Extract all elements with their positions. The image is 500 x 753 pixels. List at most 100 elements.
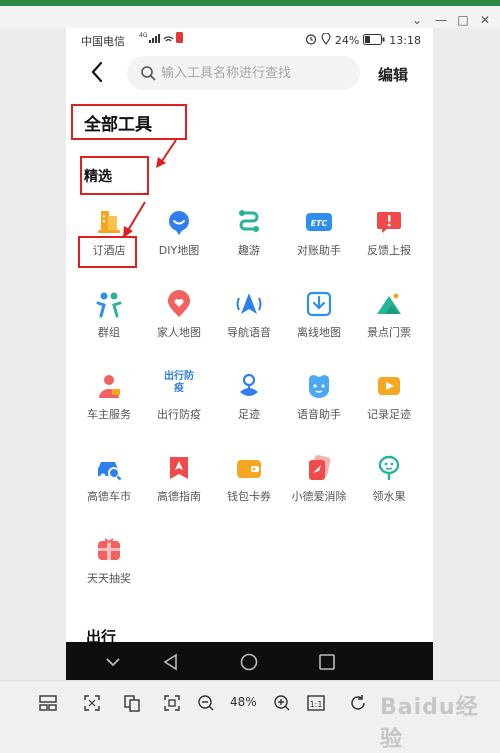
tool-item-lottery[interactable]: 天天抽奖	[74, 530, 144, 600]
tool-item-scenic-ticket[interactable]: 景点门票	[354, 284, 424, 354]
minimize-icon[interactable]: —	[432, 12, 450, 28]
tool-label: 趣游	[238, 244, 260, 257]
tool-label: 车主服务	[87, 408, 131, 421]
fun-travel-icon	[239, 210, 259, 232]
guide-icon	[170, 457, 188, 479]
tool-item-game[interactable]: 小德爱消除	[284, 448, 354, 518]
feedback-icon	[377, 212, 401, 233]
tool-label: 景点门票	[367, 326, 411, 339]
tool-label: 导航语音	[227, 326, 271, 339]
viewer-background-left	[0, 28, 66, 680]
offline-map-icon	[306, 291, 332, 317]
back-arrow-icon[interactable]	[86, 60, 110, 84]
svg-text:1:1: 1:1	[310, 700, 323, 709]
nav-home-icon[interactable]	[239, 652, 259, 672]
tool-item-car-owner[interactable]: 车主服务	[74, 366, 144, 436]
tool-label: 对账助手	[297, 244, 341, 257]
wallet-icon	[237, 460, 261, 478]
annotation-box-section-title	[80, 156, 149, 195]
family-map-icon	[168, 290, 190, 317]
record-footprint-icon	[378, 377, 400, 395]
nav-hide-icon[interactable]	[103, 652, 123, 672]
search-icon	[140, 65, 156, 85]
tool-label: 语音助手	[297, 408, 341, 421]
fit-screen-icon[interactable]	[162, 693, 182, 713]
zoom-level: 48%	[230, 695, 257, 709]
tool-label: 钱包卡券	[227, 490, 271, 503]
tool-label: DIY地图	[158, 244, 200, 257]
tool-label: 天天抽奖	[87, 572, 131, 585]
tool-label: 记录足迹	[367, 408, 411, 421]
tool-item-voice-assistant[interactable]: 语音助手	[284, 366, 354, 436]
tool-item-fruit[interactable]: 领水果	[354, 448, 424, 518]
footprint-icon	[240, 373, 258, 396]
tool-item-record-footprint[interactable]: 记录足迹	[354, 366, 424, 436]
game-icon	[309, 455, 331, 480]
network-type-label: 4G	[139, 32, 148, 39]
tool-label: 离线地图	[297, 326, 341, 339]
nav-voice-icon	[236, 293, 262, 314]
scenic-ticket-icon	[377, 293, 401, 314]
annotation-box-page-title	[71, 104, 187, 140]
tool-label: 领水果	[372, 490, 406, 503]
rotate-icon[interactable]	[348, 693, 368, 713]
voice-assistant-icon	[309, 375, 329, 398]
viewer-titlebar: ⌄ — □ ✕	[0, 6, 500, 29]
tool-item-car-market[interactable]: 高德车市	[74, 448, 144, 518]
clock: 13:18	[389, 34, 421, 47]
annotation-arrow-1	[156, 139, 177, 168]
tool-item-travel-epidemic[interactable]: 出行防疫 出行防疫	[144, 366, 214, 436]
thumbnail-icon[interactable]	[38, 693, 58, 713]
fruit-icon	[378, 455, 400, 480]
tool-item-family-map[interactable]: 家人地图	[144, 284, 214, 354]
tool-item-diy-map[interactable]: DIY地图	[144, 202, 214, 272]
tool-item-nav-voice[interactable]: 导航语音	[214, 284, 284, 354]
tool-item-group[interactable]: 群组	[74, 284, 144, 354]
nav-recent-icon[interactable]	[317, 652, 337, 672]
nav-back-icon[interactable]	[161, 652, 181, 672]
tool-item-footprint[interactable]: 足迹	[214, 366, 284, 436]
signal-icon: 4G	[139, 31, 183, 48]
tool-label: 小德爱消除	[291, 490, 347, 503]
copy-icon[interactable]	[122, 693, 142, 713]
viewer-background-right	[433, 28, 500, 680]
status-right-group: 24% 13:18	[305, 32, 421, 48]
etc-icon: ETC	[306, 213, 332, 231]
status-bar: 中国电信 4G 24% 13:18	[66, 28, 433, 50]
android-nav-bar	[66, 642, 433, 680]
tool-item-fun-travel[interactable]: 趣游	[214, 202, 284, 272]
edit-button[interactable]: 编辑	[378, 64, 408, 85]
search-input[interactable]	[161, 56, 351, 90]
svg-text:ETC: ETC	[311, 219, 328, 228]
zoom-in-icon[interactable]	[272, 693, 292, 713]
tool-label: 反馈上报	[367, 244, 411, 257]
chevron-down-icon[interactable]: ⌄	[408, 12, 426, 28]
carrier-label: 中国电信	[81, 35, 125, 48]
tool-label: 足迹	[238, 408, 260, 421]
tool-item-guide[interactable]: 高德指南	[144, 448, 214, 518]
tool-item-etc[interactable]: ETC 对账助手	[284, 202, 354, 272]
close-icon[interactable]: ✕	[476, 12, 494, 28]
tool-label: 高德车市	[87, 490, 131, 503]
image-viewer-toolbar: 48% 1:1 Baidu经验	[0, 680, 500, 752]
maximize-icon[interactable]: □	[454, 12, 472, 28]
car-owner-icon	[99, 375, 120, 398]
tool-label: 家人地图	[157, 326, 201, 339]
actual-size-icon[interactable]: 1:1	[306, 693, 326, 713]
tool-label: 出行防疫	[157, 408, 201, 421]
tool-item-wallet[interactable]: 钱包卡券	[214, 448, 284, 518]
tool-label: 高德指南	[157, 490, 201, 503]
tool-label: 群组	[98, 326, 120, 339]
phone-screen: 中国电信 4G 24% 13:18 输入工具名称进行查找 编辑 全部工具 精选 …	[66, 28, 433, 680]
alarm-icon	[305, 33, 317, 48]
baidu-watermark: Baidu经验	[380, 695, 479, 752]
diy-map-icon	[168, 211, 189, 235]
tool-item-feedback[interactable]: 反馈上报	[354, 202, 424, 272]
battery-percent: 24%	[334, 34, 360, 47]
annotation-box-hotel	[78, 236, 137, 268]
crop-icon[interactable]	[82, 693, 102, 713]
search-box[interactable]	[127, 56, 360, 90]
tool-item-offline-map[interactable]: 离线地图	[284, 284, 354, 354]
zoom-out-icon[interactable]	[196, 693, 216, 713]
location-icon	[321, 32, 331, 48]
